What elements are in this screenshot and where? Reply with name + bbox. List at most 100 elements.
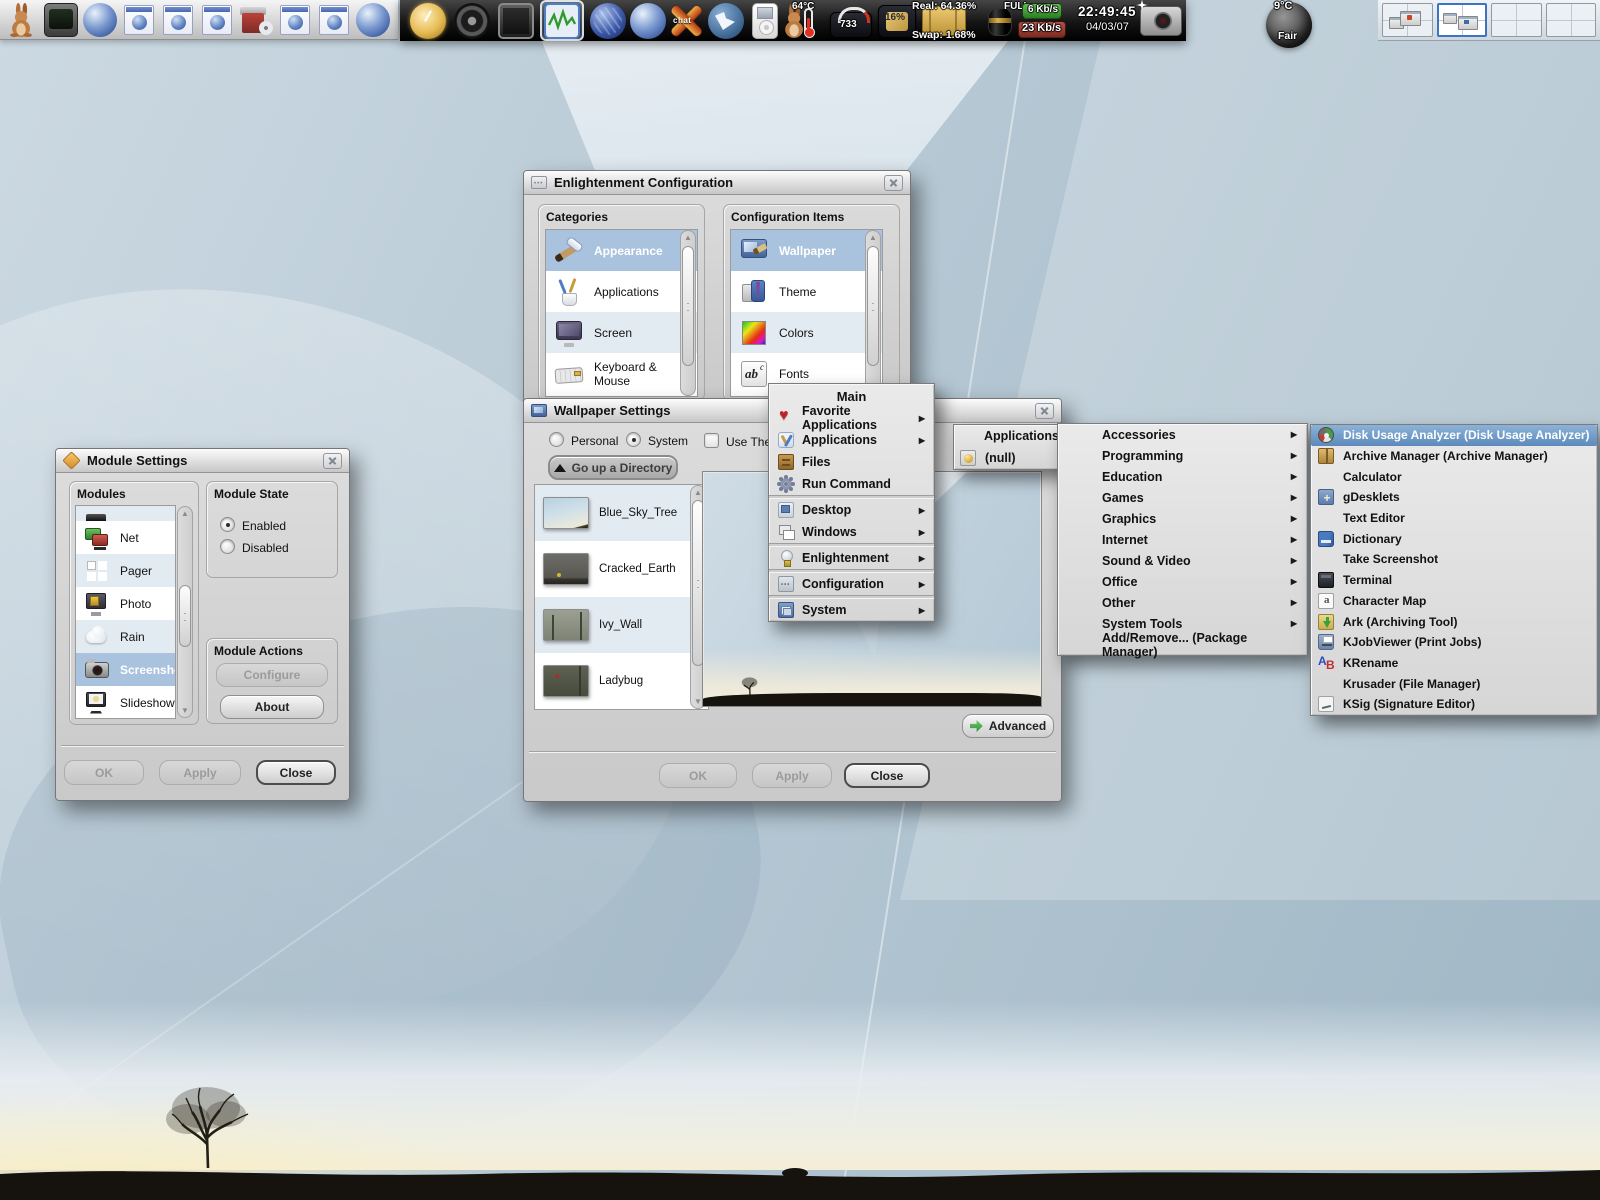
menu-item-configuration[interactable]: Configuration ▶: [769, 573, 934, 595]
apply-button[interactable]: Apply: [159, 760, 241, 785]
close-button[interactable]: [323, 453, 342, 469]
screenshot-camera-icon[interactable]: [1140, 6, 1182, 36]
menu-item-disk-usage-analyzer[interactable]: Disk Usage Analyzer (Disk Usage Analyzer…: [1311, 425, 1597, 446]
scrollbar-thumb[interactable]: [867, 246, 879, 366]
scroll-up-icon[interactable]: ▲: [681, 231, 695, 244]
config-items-scrollbar[interactable]: ▲: [865, 230, 881, 396]
close-button[interactable]: Close: [844, 763, 930, 788]
personal-radio[interactable]: [549, 432, 564, 447]
menu-item-accessories[interactable]: Accessories▶: [1058, 424, 1307, 445]
close-button[interactable]: [1035, 403, 1054, 419]
rabbit-mascot-icon[interactable]: [5, 3, 39, 37]
menu-item-krusader[interactable]: Krusader (File Manager): [1311, 673, 1597, 694]
module-row-net[interactable]: Net: [76, 521, 175, 554]
battery-icon[interactable]: [988, 8, 1012, 36]
configure-button[interactable]: Configure: [216, 663, 328, 687]
submenu-item-null[interactable]: (null): [954, 447, 1064, 469]
globe-icon[interactable]: [356, 3, 390, 37]
scroll-down-icon[interactable]: ▼: [178, 704, 192, 717]
module-row-partial[interactable]: [76, 506, 175, 521]
categories-scrollbar[interactable]: ▲: [680, 230, 696, 396]
menu-item-text-editor[interactable]: Text Editor: [1311, 508, 1597, 529]
category-row-applications[interactable]: Applications: [546, 271, 697, 312]
menu-item-enlightenment[interactable]: Enlightenment ▶: [769, 547, 934, 569]
menu-item-applications[interactable]: Applications ▶: [769, 429, 934, 451]
web-document-icon[interactable]: [202, 5, 232, 35]
terminal-crt-icon[interactable]: [44, 3, 78, 37]
menu-item-take-screenshot[interactable]: Take Screenshot: [1311, 549, 1597, 570]
ok-button[interactable]: OK: [659, 763, 737, 788]
menu-item-ksig[interactable]: KSig (Signature Editor): [1311, 694, 1597, 715]
category-row-keyboard-mouse[interactable]: Keyboard & Mouse: [546, 353, 697, 394]
menu-item-kjobviewer[interactable]: KJobViewer (Print Jobs): [1311, 632, 1597, 653]
menu-item-character-map[interactable]: Character Map: [1311, 591, 1597, 612]
globe-icon[interactable]: [83, 3, 117, 37]
module-row-screenshot[interactable]: Screenshot: [76, 653, 175, 686]
go-up-directory-button[interactable]: Go up a Directory: [548, 455, 678, 480]
apply-button[interactable]: Apply: [752, 763, 832, 788]
pager-desktop-3[interactable]: [1491, 3, 1542, 37]
menu-item-games[interactable]: Games▶: [1058, 487, 1307, 508]
category-row-screen[interactable]: Screen: [546, 312, 697, 353]
item-row-wallpaper[interactable]: Wallpaper: [731, 230, 882, 271]
xchat-icon[interactable]: [668, 3, 704, 39]
submenu-item-applications[interactable]: Applications ▶: [954, 425, 1064, 447]
menu-item-education[interactable]: Education▶: [1058, 466, 1307, 487]
menu-item-office[interactable]: Office▶: [1058, 571, 1307, 592]
pager-desktop-4[interactable]: [1546, 3, 1597, 37]
gold-clock-icon[interactable]: [410, 3, 446, 39]
wallpaper-row-ivy-wall[interactable]: Ivy_Wall: [535, 597, 708, 653]
enabled-radio[interactable]: [220, 517, 235, 532]
music-player-icon[interactable]: [752, 3, 778, 39]
menu-item-windows[interactable]: Windows ▶: [769, 521, 934, 543]
close-button[interactable]: [884, 175, 903, 191]
thermometer-icon[interactable]: [804, 8, 813, 35]
menu-item-programming[interactable]: Programming▶: [1058, 445, 1307, 466]
scrollbar-thumb[interactable]: [682, 246, 694, 366]
globe-browser-icon[interactable]: [630, 3, 666, 39]
wallpaper-row-cracked-earth[interactable]: Cracked_Earth: [535, 541, 708, 597]
menu-item-other[interactable]: Other▶: [1058, 592, 1307, 613]
amarok-wolf-icon[interactable]: [708, 3, 744, 39]
pager-desktop-2[interactable]: [1437, 3, 1488, 37]
menu-item-sound-video[interactable]: Sound & Video▶: [1058, 550, 1307, 571]
module-row-photo[interactable]: Photo: [76, 587, 175, 620]
titlebar[interactable]: Enlightenment Configuration: [524, 171, 910, 195]
module-row-pager[interactable]: Pager: [76, 554, 175, 587]
use-theme-checkbox[interactable]: [704, 433, 719, 448]
menu-item-system[interactable]: System ▶: [769, 599, 934, 621]
menu-item-desktop[interactable]: Desktop ▶: [769, 499, 934, 521]
menu-item-run-command[interactable]: Run Command: [769, 473, 934, 495]
advanced-button[interactable]: Advanced: [962, 714, 1054, 738]
web-document-icon[interactable]: [319, 5, 349, 35]
close-button[interactable]: Close: [256, 760, 336, 785]
system-monitor-icon[interactable]: [544, 3, 580, 39]
disabled-radio[interactable]: [220, 539, 235, 554]
menu-item-gdesklets[interactable]: gDesklets: [1311, 487, 1597, 508]
item-row-colors[interactable]: Colors: [731, 312, 882, 353]
scrollbar-thumb[interactable]: [179, 585, 191, 647]
titlebar[interactable]: Module Settings: [56, 449, 349, 473]
menu-item-internet[interactable]: Internet▶: [1058, 529, 1307, 550]
menu-item-files[interactable]: Files: [769, 451, 934, 473]
terminal-icon[interactable]: [498, 3, 534, 39]
about-button[interactable]: About: [220, 695, 324, 719]
module-row-slideshow[interactable]: Slideshow: [76, 686, 175, 719]
speaker-icon[interactable]: [454, 3, 490, 39]
menu-item-terminal[interactable]: Terminal: [1311, 570, 1597, 591]
web-document-icon[interactable]: [280, 5, 310, 35]
item-row-theme[interactable]: Theme: [731, 271, 882, 312]
category-row-appearance[interactable]: Appearance: [546, 230, 697, 271]
modules-scrollbar[interactable]: ▲ ▼: [177, 506, 193, 718]
module-row-rain[interactable]: Rain: [76, 620, 175, 653]
system-radio[interactable]: [626, 432, 641, 447]
pager-desktop-1[interactable]: [1382, 3, 1433, 37]
menu-item-favorite-applications[interactable]: Favorite Applications ▶: [769, 407, 934, 429]
network-sphere-icon[interactable]: [590, 3, 626, 39]
wallpaper-row-blue-sky-tree[interactable]: Blue_Sky_Tree: [535, 485, 708, 541]
menu-item-dictionary[interactable]: Dictionary: [1311, 528, 1597, 549]
scroll-up-icon[interactable]: ▲: [178, 507, 192, 520]
menu-item-krename[interactable]: KRename: [1311, 653, 1597, 674]
menu-item-calculator[interactable]: Calculator: [1311, 466, 1597, 487]
web-document-icon[interactable]: [124, 5, 154, 35]
